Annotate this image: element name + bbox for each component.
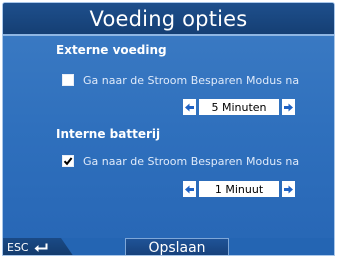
external-power-heading: Externe voeding xyxy=(56,43,167,57)
power-options-panel: Voeding opties Externe voeding Ga naar d… xyxy=(2,2,335,256)
internal-battery-checkbox[interactable] xyxy=(62,155,74,167)
arrow-left-icon xyxy=(185,185,194,193)
arrow-left-icon xyxy=(185,103,194,111)
internal-battery-option-row[interactable]: Ga naar de Stroom Besparen Modus na xyxy=(62,153,299,169)
internal-battery-timeout-value: 1 Minuut xyxy=(199,181,279,197)
internal-battery-heading: Interne batterij xyxy=(56,127,161,141)
external-power-timeout-value: 5 Minuten xyxy=(199,99,279,115)
internal-battery-increase-button[interactable] xyxy=(282,181,295,197)
esc-label: ESC xyxy=(7,241,29,254)
save-button[interactable]: Opslaan xyxy=(125,238,229,255)
external-power-increase-button[interactable] xyxy=(282,99,295,115)
external-power-checkbox[interactable] xyxy=(62,74,74,86)
page-title: Voeding opties xyxy=(89,6,248,31)
external-power-option-row[interactable]: Ga naar de Stroom Besparen Modus na xyxy=(62,72,299,88)
return-arrow-icon xyxy=(34,243,48,252)
arrow-right-icon xyxy=(284,185,293,193)
check-icon xyxy=(63,157,73,166)
external-power-decrease-button[interactable] xyxy=(183,99,196,115)
internal-battery-decrease-button[interactable] xyxy=(183,181,196,197)
external-power-option-label: Ga naar de Stroom Besparen Modus na xyxy=(83,73,300,87)
title-bar: Voeding opties xyxy=(3,3,334,36)
internal-battery-timeout-spinner: 1 Minuut xyxy=(183,179,295,199)
screen: Voeding opties Externe voeding Ga naar d… xyxy=(0,0,342,256)
internal-battery-option-label: Ga naar de Stroom Besparen Modus na xyxy=(83,154,300,168)
arrow-right-icon xyxy=(284,103,293,111)
external-power-timeout-spinner: 5 Minuten xyxy=(183,97,295,117)
